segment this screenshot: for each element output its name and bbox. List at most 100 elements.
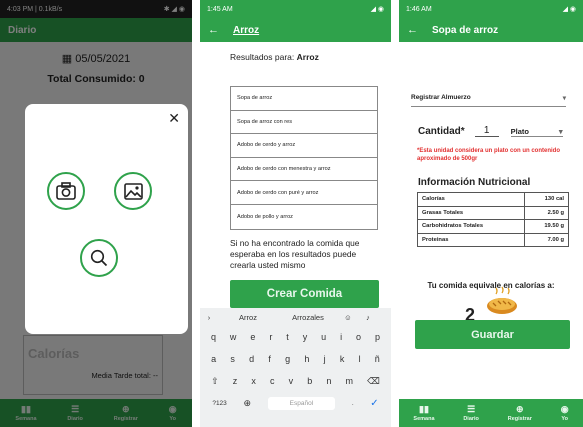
unit-warning: *Esta unidad considera un plato con un c… (417, 148, 561, 162)
check-icon[interactable]: ✓ (370, 398, 378, 409)
page-title: Sopa de arroz (432, 24, 499, 36)
save-button[interactable]: Guardar (415, 320, 570, 349)
create-food-button[interactable]: Crear Comida (230, 280, 379, 308)
quantity-input[interactable]: 1 (474, 125, 499, 137)
suggestion-bar: › Arroz Arrozales ☺ ♪ (200, 308, 391, 326)
camera-icon (56, 182, 76, 200)
chevron-right-icon[interactable]: › (200, 313, 218, 322)
list-item[interactable]: Sopa de arroz (231, 87, 377, 111)
table-row: Calorías 130 cal (416, 192, 569, 207)
nav-label: Diario (463, 415, 479, 422)
nav-diario[interactable]: ☰Diario (463, 403, 479, 422)
status-time: 1:46 AM (406, 5, 432, 13)
nutrition-title: Información Nutricional (418, 177, 531, 188)
key[interactable]: c (270, 376, 275, 386)
key[interactable]: g (285, 354, 290, 364)
dropdown-arrow-icon: ▾ (562, 95, 566, 102)
key[interactable]: ñ (375, 354, 380, 364)
meal-select[interactable]: Registrar Almuerzo ▾ (411, 94, 566, 107)
nutrient-value: 130 cal (524, 192, 569, 207)
suggestion[interactable]: Arroz (218, 313, 278, 322)
chart-icon: ▮▮ (419, 403, 429, 414)
table-row: Grasas Totales 2.50 g (416, 205, 569, 221)
key[interactable]: y (303, 332, 308, 342)
list-item[interactable]: Adobo de cerdo con menestra y arroz (231, 158, 377, 182)
nav-yo[interactable]: ◉Yo (560, 403, 569, 422)
period-key[interactable]: . (352, 400, 354, 407)
space-key[interactable]: Español (267, 396, 336, 410)
add-icon: ⊕ (516, 403, 524, 414)
key[interactable]: h (304, 354, 309, 364)
search-icon (90, 249, 108, 267)
gallery-button[interactable] (114, 172, 152, 210)
close-icon[interactable]: ✕ (168, 110, 180, 127)
not-found-text: Si no ha encontrado la comida que espera… (230, 238, 360, 270)
key[interactable]: f (268, 354, 271, 364)
key-row-2: a s d f g h j k l ñ (200, 348, 391, 370)
key-row-3: ⇧ z x c v b n m ⌫ (200, 370, 391, 392)
key-row-4: ?123 ⊕ Español . ✓ (200, 392, 391, 414)
table-row: Carbohidratos Totales 19.50 g (416, 219, 569, 234)
dropdown-arrow-icon: ▾ (558, 127, 563, 136)
list-item[interactable]: Adobo de pollo y arroz (231, 205, 377, 229)
key[interactable]: i (340, 332, 342, 342)
unit-select[interactable]: Plato ▾ (510, 127, 563, 137)
key-row-1: q w e r t y u i o p (200, 326, 391, 348)
list-item[interactable]: Adobo de cerdo y arroz (231, 134, 377, 158)
app-bar: ← Arroz (200, 18, 391, 42)
emoji-icon[interactable]: ☺ (338, 313, 358, 322)
camera-button[interactable] (47, 172, 85, 210)
list-icon: ☰ (467, 403, 476, 414)
key[interactable]: d (249, 354, 254, 364)
key[interactable]: j (324, 354, 326, 364)
nav-semana[interactable]: ▮▮Semana (413, 403, 434, 422)
key[interactable]: n (326, 376, 331, 386)
list-item[interactable]: Adobo de cerdo con puré y arroz (231, 181, 377, 205)
key[interactable]: b (307, 376, 312, 386)
key[interactable]: k (340, 354, 345, 364)
results-heading: Resultados para: Arroz (230, 52, 391, 62)
symbols-key[interactable]: ?123 (212, 400, 226, 407)
nutrient-name: Grasas Totales (416, 205, 526, 221)
mic-icon[interactable]: ♪ (358, 313, 378, 322)
page-title: Arroz (233, 24, 260, 36)
key[interactable]: l (359, 354, 361, 364)
results-prefix: Resultados para: (230, 52, 297, 62)
nutrient-value: 7.00 g (524, 232, 569, 248)
back-arrow-icon[interactable]: ← (407, 24, 418, 36)
key[interactable]: m (346, 376, 354, 386)
key[interactable]: r (269, 332, 272, 342)
nav-label: Yo (561, 415, 568, 422)
back-arrow-icon[interactable]: ← (208, 24, 219, 36)
key[interactable]: w (230, 332, 237, 342)
key[interactable]: o (356, 332, 361, 342)
nutrition-table: Calorías 130 cal Grasas Totales 2.50 g Car… (416, 192, 569, 248)
list-item[interactable]: Sopa de arroz con res (231, 111, 377, 135)
key[interactable]: s (230, 354, 235, 364)
nav-registrar[interactable]: ⊕Registrar (507, 403, 532, 422)
key[interactable]: a (211, 354, 216, 364)
key[interactable]: p (375, 332, 380, 342)
quantity-row: Cantidad* 1 Plato ▾ (418, 125, 568, 137)
nutrient-value: 2.50 g (524, 205, 569, 221)
globe-icon[interactable]: ⊕ (243, 398, 251, 409)
key[interactable]: q (211, 332, 216, 342)
key[interactable]: u (321, 332, 326, 342)
suggestion[interactable]: Arrozales (278, 313, 338, 322)
search-button[interactable] (80, 239, 118, 277)
key[interactable]: z (233, 376, 238, 386)
shift-icon[interactable]: ⇧ (211, 376, 219, 387)
results-list: Sopa de arroz Sopa de arroz con res Adob… (230, 86, 378, 230)
key[interactable]: t (286, 332, 289, 342)
key[interactable]: x (251, 376, 256, 386)
app-bar: ← Sopa de arroz (399, 18, 583, 42)
user-icon: ◉ (560, 403, 569, 414)
key[interactable]: v (289, 376, 294, 386)
diary-screen: 4:03 PM | 0.1kB/s ✱ ◢ ◉ Diario ▦ 05/05/2… (0, 0, 192, 427)
unit-select-value: Plato (510, 127, 530, 136)
backspace-icon[interactable]: ⌫ (367, 376, 380, 387)
nav-label: Registrar (507, 415, 532, 422)
status-bar: 1:45 AM ◢ ◉ (200, 0, 391, 18)
key[interactable]: e (250, 332, 255, 342)
add-food-modal: ✕ (25, 104, 188, 334)
